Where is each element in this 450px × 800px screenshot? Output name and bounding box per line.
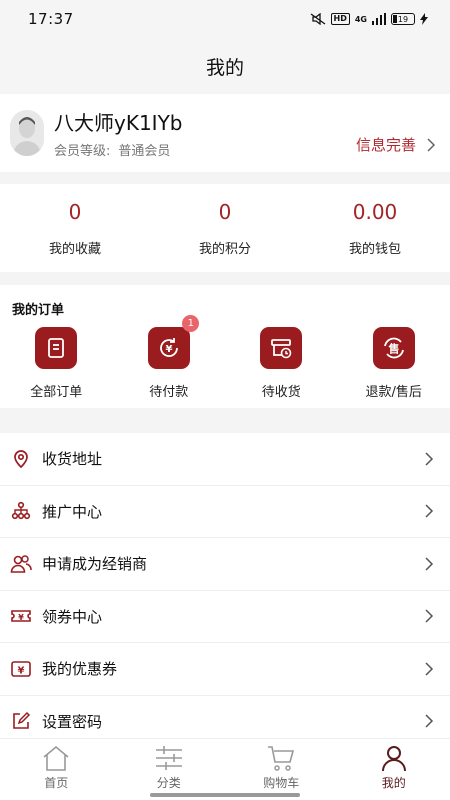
menu-label: 设置密码 [42, 712, 103, 731]
home-indicator[interactable] [150, 793, 300, 797]
avatar[interactable] [10, 110, 44, 156]
order-label: 待收货 [261, 385, 301, 400]
member-level: 会员等级: 普通会员 [54, 140, 356, 159]
title-bar: 我的 [0, 38, 450, 94]
after-sales-icon: 售 [372, 327, 415, 369]
profile-info: 八大师yK1IYb 会员等级: 普通会员 [54, 107, 356, 159]
tab-home[interactable]: 首页 [0, 739, 113, 800]
tab-cart[interactable]: 购物车 [225, 739, 338, 800]
stat-points[interactable]: 0 我的积分 [150, 184, 300, 272]
user-icon [381, 746, 406, 772]
menu-item-my-coupons[interactable]: ¥ 我的优惠券 [0, 643, 450, 696]
profile-card[interactable]: 八大师yK1IYb 会员等级: 普通会员 信息完善 [0, 94, 450, 172]
menu-list: 收货地址 推广中心 申请成为经销商 ¥ 领券中心 ¥ 我的优惠券 设置密码 [0, 433, 450, 748]
chevron-right-icon [425, 609, 434, 623]
menu-label: 推广中心 [42, 502, 103, 521]
home-icon [43, 745, 69, 771]
menu-label: 领券中心 [42, 607, 103, 626]
users-icon [10, 553, 32, 575]
svg-text:售: 售 [387, 342, 399, 356]
orders-panel: 我的订单 全部订单 ¥ 1 待付款 待收货 售 退款/售后 [0, 285, 450, 408]
order-after-sales[interactable]: 售 退款/售后 [338, 327, 450, 400]
cart-icon [268, 746, 295, 771]
orders-title: 我的订单 [12, 303, 65, 318]
chevron-right-icon [425, 504, 434, 518]
network-label: 4G [354, 14, 367, 24]
tab-bar: 首页 分类 购物车 我的 [0, 738, 450, 800]
stats-panel: 0 我的收藏 0 我的积分 0.00 我的钱包 [0, 184, 450, 272]
menu-item-coupon-center[interactable]: ¥ 领券中心 [0, 591, 450, 643]
order-label: 全部订单 [30, 385, 83, 400]
charging-icon [420, 13, 428, 25]
order-pending-receipt[interactable]: 待收货 [225, 327, 338, 400]
stat-label: 我的钱包 [348, 241, 401, 257]
status-bar: 17:37 HD 4G 19 [0, 0, 450, 38]
yen-refresh-icon: ¥ [147, 327, 190, 369]
chevron-right-icon [425, 714, 434, 728]
page-title: 我的 [205, 56, 244, 79]
order-count-badge: 1 [182, 315, 200, 332]
tab-category[interactable]: 分类 [113, 739, 226, 800]
battery-level: 19 [397, 14, 409, 24]
menu-label: 申请成为经销商 [42, 555, 148, 574]
document-icon [35, 327, 78, 369]
complete-info-label: 信息完善 [355, 136, 416, 154]
battery-icon: 19 [391, 13, 415, 25]
status-icons: HD 4G 19 [310, 13, 428, 25]
stat-value: 0 [68, 199, 82, 224]
menu-label: 收货地址 [42, 450, 103, 469]
username: 八大师yK1IYb [54, 111, 183, 135]
status-time: 17:37 [28, 10, 74, 28]
menu-label: 我的优惠券 [42, 660, 118, 679]
tab-label: 我的 [381, 776, 406, 790]
yen-ticket-icon: ¥ [10, 658, 32, 680]
stat-wallet[interactable]: 0.00 我的钱包 [300, 184, 450, 272]
stat-label: 我的积分 [198, 241, 251, 257]
order-pending-payment[interactable]: ¥ 1 待付款 [113, 315, 226, 400]
tab-label: 购物车 [263, 776, 300, 790]
filter-icon [155, 746, 182, 770]
svg-text:¥: ¥ [18, 665, 25, 676]
member-level-value: 普通会员 [118, 144, 171, 159]
package-clock-icon [260, 327, 303, 369]
chevron-right-icon [425, 452, 434, 466]
order-label: 退款/售后 [365, 385, 422, 400]
stat-value: 0 [218, 199, 232, 224]
order-label: 待付款 [149, 385, 189, 400]
tab-mine[interactable]: 我的 [338, 739, 450, 800]
coupon-icon: ¥ [10, 605, 32, 627]
menu-item-promotion[interactable]: 推广中心 [0, 486, 450, 538]
chevron-right-icon [425, 662, 434, 676]
stat-label: 我的收藏 [48, 241, 101, 257]
svg-text:¥: ¥ [18, 613, 24, 622]
mute-icon [310, 13, 325, 25]
stat-favorites[interactable]: 0 我的收藏 [0, 184, 150, 272]
chevron-right-icon [425, 557, 434, 571]
signal-icon [372, 13, 386, 25]
chevron-right-icon [427, 137, 436, 152]
tab-label: 分类 [156, 776, 181, 790]
stat-value: 0.00 [352, 199, 398, 224]
edit-icon [10, 710, 32, 732]
order-row: 全部订单 ¥ 1 待付款 待收货 售 退款/售后 [0, 315, 450, 400]
member-level-label: 会员等级: [54, 144, 111, 159]
hd-badge: HD [330, 13, 350, 25]
menu-item-address[interactable]: 收货地址 [0, 433, 450, 486]
location-pin-icon [10, 448, 32, 470]
complete-info-link[interactable]: 信息完善 [356, 134, 436, 155]
svg-text:¥: ¥ [165, 344, 172, 355]
menu-item-distributor[interactable]: 申请成为经销商 [0, 538, 450, 591]
order-all[interactable]: 全部订单 [0, 327, 113, 400]
avatar-icon [10, 110, 44, 156]
tab-label: 首页 [44, 776, 69, 790]
network-icon [10, 500, 32, 522]
